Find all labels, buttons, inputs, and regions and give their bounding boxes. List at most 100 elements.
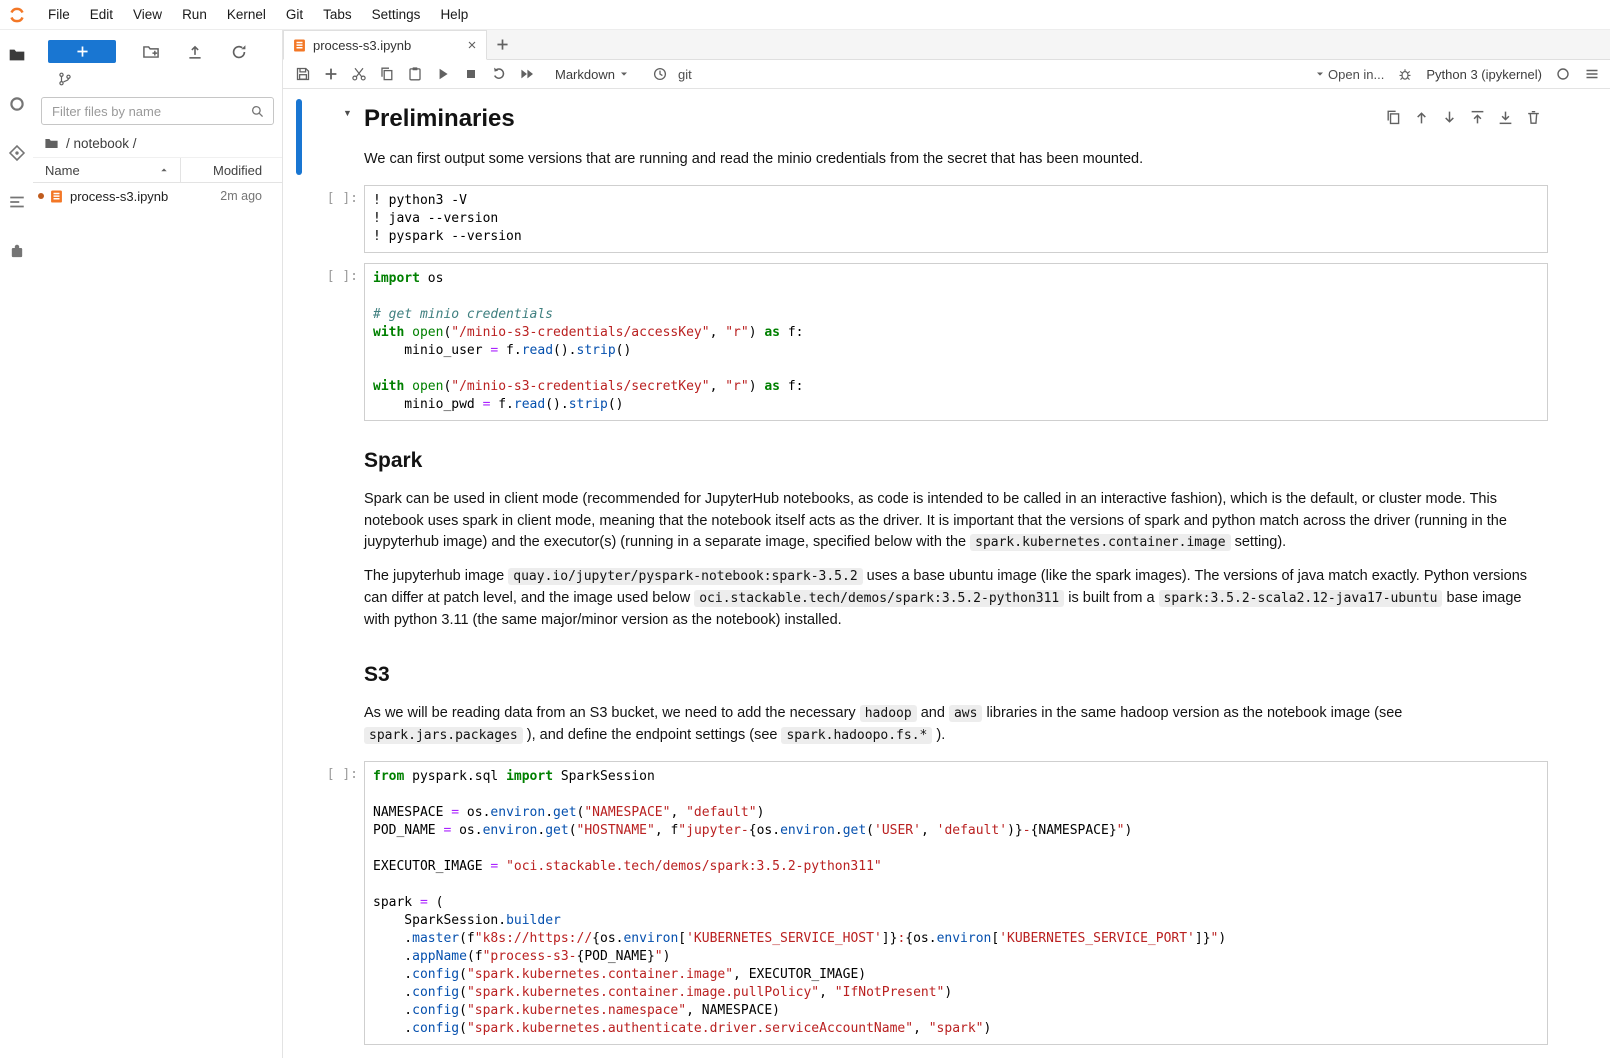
cell-prompt: [ ]:	[306, 263, 364, 421]
kernel-status-icon[interactable]	[1555, 66, 1571, 82]
rendered-markdown: S3As we will be reading data from an S3 …	[364, 645, 1548, 751]
restart-run-all-icon[interactable]	[519, 66, 535, 82]
open-in-dropdown[interactable]: Open in...	[1314, 67, 1384, 82]
cut-cell-icon[interactable]	[351, 66, 367, 82]
breadcrumb-folder-icon[interactable]	[44, 136, 59, 151]
menu-edit[interactable]: Edit	[80, 0, 123, 29]
new-folder-icon[interactable]	[142, 43, 160, 61]
menu-kernel[interactable]: Kernel	[217, 0, 276, 29]
debugger-bug-icon[interactable]	[1397, 66, 1413, 82]
rendered-markdown: Preliminaries We can first output some ve…	[364, 99, 1548, 175]
search-icon	[250, 104, 265, 119]
menu-help[interactable]: Help	[430, 0, 478, 29]
file-list: process-s3.ipynb2m ago	[33, 183, 282, 209]
heading-collapser-icon[interactable]: ▼	[343, 108, 352, 118]
breadcrumb[interactable]: / notebook /	[33, 127, 282, 157]
delete-cell-icon[interactable]	[1525, 109, 1542, 126]
cell-body: ! python3 -V! java --version! pyspark --…	[364, 185, 1548, 253]
close-tab-icon[interactable]	[466, 39, 478, 51]
duplicate-cell-icon[interactable]	[1385, 109, 1402, 126]
sort-ascending-icon[interactable]	[158, 164, 170, 176]
new-launcher-button[interactable]	[48, 40, 116, 63]
cell-body: import os # get minio credentialswith op…	[364, 263, 1548, 421]
code-editor[interactable]: ! python3 -V! java --version! pyspark --…	[364, 185, 1548, 253]
inline-code: spark.kubernetes.container.image	[970, 534, 1230, 551]
cell-body: SparkSpark can be used in client mode (r…	[364, 431, 1548, 636]
markdown-heading: Preliminaries	[364, 105, 1548, 133]
refresh-icon[interactable]	[230, 43, 248, 61]
tab-process-s3[interactable]: process-s3.ipynb	[283, 30, 487, 60]
new-tab-button[interactable]	[487, 29, 517, 59]
code-editor[interactable]: import os # get minio credentialswith op…	[364, 263, 1548, 421]
code-cell[interactable]: [ ]:from pyspark.sql import SparkSession…	[296, 761, 1548, 1045]
name-column-label: Name	[45, 163, 80, 178]
kernel-name-button[interactable]: Python 3 (ipykernel)	[1426, 67, 1542, 82]
notebook-cells: ▼ Preliminaries We can first output some v…	[296, 99, 1548, 1045]
sidebar-rail	[0, 30, 33, 1058]
running-sessions-tab-icon[interactable]	[8, 95, 26, 113]
file-list-header: Name Modified	[33, 157, 282, 183]
cell-toolbar	[1381, 107, 1546, 128]
menu-tabs[interactable]: Tabs	[313, 0, 362, 29]
file-browser-tab-icon[interactable]	[8, 46, 26, 64]
save-icon[interactable]	[295, 66, 311, 82]
file-filter-input[interactable]	[41, 97, 274, 125]
column-header-modified[interactable]: Modified	[180, 158, 282, 182]
table-of-contents-tab-icon[interactable]	[8, 193, 26, 211]
menu-run[interactable]: Run	[172, 0, 217, 29]
restart-kernel-icon[interactable]	[491, 66, 507, 82]
jupyter-logo-icon	[8, 6, 26, 24]
insert-cell-icon[interactable]	[323, 66, 339, 82]
plus-icon	[75, 44, 90, 59]
cell-prompt	[306, 99, 364, 175]
markdown-cell[interactable]: SparkSpark can be used in client mode (r…	[296, 431, 1548, 636]
markdown-cell[interactable]: ▼ Preliminaries We can first output some v…	[296, 99, 1548, 175]
run-cell-icon[interactable]	[435, 66, 451, 82]
extension-manager-tab-icon[interactable]	[8, 242, 26, 260]
breadcrumb-path[interactable]: / notebook /	[66, 136, 137, 151]
cell-selection-bar	[296, 645, 302, 751]
copy-cell-icon[interactable]	[379, 66, 395, 82]
interrupt-kernel-icon[interactable]	[463, 66, 479, 82]
move-cell-down-icon[interactable]	[1441, 109, 1458, 126]
markdown-paragraph: As we will be reading data from an S3 bu…	[364, 703, 1548, 747]
markdown-paragraph: We can first output some versions that a…	[364, 149, 1548, 171]
markdown-paragraph: Spark can be used in client mode (recomm…	[364, 489, 1548, 554]
menubar: FileEditViewRunKernelGitTabsSettingsHelp	[0, 0, 1610, 30]
cell-type-value: Markdown	[555, 67, 615, 82]
git-clone-icon[interactable]	[57, 71, 73, 87]
unsaved-dot	[38, 193, 44, 199]
menu-view[interactable]: View	[123, 0, 172, 29]
inline-code: oci.stackable.tech/demos/spark:3.5.2-pyt…	[694, 590, 1064, 607]
menu-file[interactable]: File	[38, 0, 80, 29]
file-row[interactable]: process-s3.ipynb2m ago	[33, 183, 282, 209]
column-header-name[interactable]: Name	[33, 158, 180, 182]
insert-cell-above-icon[interactable]	[1469, 109, 1486, 126]
dock-tab-bar: process-s3.ipynb	[283, 30, 1610, 60]
code-cell[interactable]: [ ]:! python3 -V! java --version! pyspar…	[296, 185, 1548, 253]
git-tab-icon[interactable]	[8, 144, 26, 162]
inline-code: hadoop	[860, 705, 917, 722]
open-in-label: Open in...	[1328, 67, 1384, 82]
notebook-scroll-area[interactable]: ▼ Preliminaries We can first output some v…	[283, 89, 1610, 1058]
inline-code: spark.hadoopo.fs.*	[781, 727, 932, 744]
notebook-file-icon	[49, 189, 64, 204]
panel-menu-icon[interactable]	[1584, 66, 1600, 82]
menu-git[interactable]: Git	[276, 0, 313, 29]
notebook-icon	[292, 38, 307, 53]
menu-settings[interactable]: Settings	[362, 0, 431, 29]
paste-cell-icon[interactable]	[407, 66, 423, 82]
insert-cell-below-icon[interactable]	[1497, 109, 1514, 126]
git-diff-button[interactable]: git	[678, 67, 692, 82]
code-editor[interactable]: from pyspark.sql import SparkSession NAM…	[364, 761, 1548, 1045]
upload-icon[interactable]	[186, 43, 204, 61]
diff-checkpoint-icon[interactable]	[652, 66, 668, 82]
tab-label: process-s3.ipynb	[313, 38, 460, 53]
code-cell[interactable]: [ ]:import os # get minio credentialswit…	[296, 263, 1548, 421]
move-cell-up-icon[interactable]	[1413, 109, 1430, 126]
file-filter	[41, 97, 274, 125]
cell-type-dropdown[interactable]: Markdown	[555, 67, 630, 82]
modified-column-label: Modified	[213, 163, 262, 178]
notebook-toolbar: Markdown git Open in... Python 3 (ipyker…	[283, 60, 1610, 89]
markdown-cell[interactable]: S3As we will be reading data from an S3 …	[296, 645, 1548, 751]
